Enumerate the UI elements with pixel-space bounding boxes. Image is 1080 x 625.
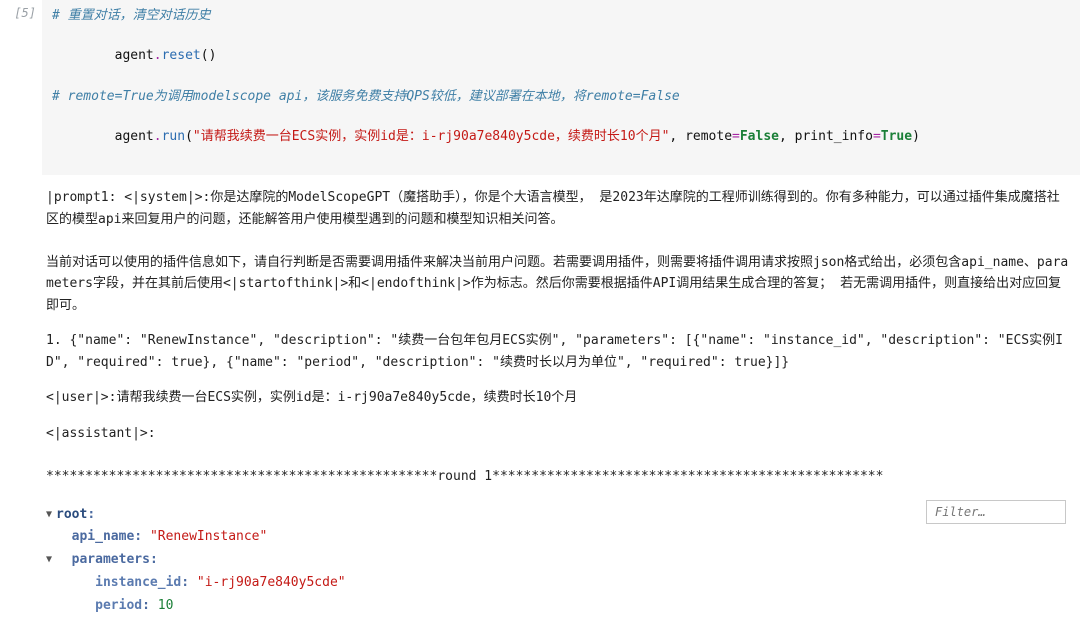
caret-down-icon: ▼ (46, 551, 56, 569)
output-text: <|assistant|>: (46, 423, 1070, 444)
code-kwarg: remote (685, 129, 732, 144)
json-node-root[interactable]: ▼root: (46, 504, 1070, 527)
json-string-value: "i-rj90a7e840y5cde" (197, 575, 346, 590)
output-text: <|user|>:请帮我续费一台ECS实例，实例id是：i-rj90a7e840… (46, 387, 1070, 408)
code-dot: . (154, 129, 162, 144)
caret-down-icon: ▼ (46, 506, 56, 524)
code-function: run (162, 129, 185, 144)
code-cell: [5] # 重置对话，清空对话历史 agent.reset() # remote… (0, 0, 1080, 175)
output-text: |prompt1: <|system|>:你是达摩院的ModelScopeGPT… (46, 187, 1070, 230)
json-tree-output: ▼root: api_name: "RenewInstance" ▼ param… (0, 500, 1080, 625)
round-separator: ****************************************… (46, 466, 1070, 487)
code-function: reset (162, 48, 201, 63)
code-eq: = (873, 129, 881, 144)
code-sep: , (669, 129, 685, 144)
code-kwarg: print_info (795, 129, 873, 144)
json-node[interactable]: ▼ parameters: (46, 549, 1070, 572)
code-eq: = (732, 129, 740, 144)
json-key: instance_id (95, 575, 181, 590)
json-key: period (95, 598, 142, 613)
code-comment: # remote=True为调用modelscope api，该服务免费支持QP… (52, 89, 680, 104)
code-paren: ) (912, 129, 920, 144)
code-constant: True (881, 129, 912, 144)
code-comment: # 重置对话，清空对话历史 (52, 8, 211, 23)
code-identifier: agent (115, 48, 154, 63)
json-key: api_name (72, 529, 135, 544)
code-paren: ) (209, 48, 217, 63)
code-paren: ( (185, 129, 193, 144)
notebook: [5] # 重置对话，清空对话历史 agent.reset() # remote… (0, 0, 1080, 625)
code-identifier: agent (115, 129, 154, 144)
code-dot: . (154, 48, 162, 63)
code-paren: ( (201, 48, 209, 63)
json-node[interactable]: period: 10 (46, 595, 1070, 618)
filter-input[interactable] (933, 504, 1080, 520)
output-text: 1. {"name": "RenewInstance", "descriptio… (46, 330, 1070, 373)
json-number-value: 10 (158, 598, 174, 613)
filter-box[interactable] (926, 500, 1066, 524)
cell-prompt: [5] (0, 0, 42, 20)
code-constant: False (740, 129, 779, 144)
code-input[interactable]: # 重置对话，清空对话历史 agent.reset() # remote=Tru… (42, 0, 1080, 175)
code-string: "请帮我续费一台ECS实例，实例id是：i-rj90a7e840y5cde，续费… (193, 129, 670, 144)
code-sep: , (779, 129, 795, 144)
output-text: 当前对话可以使用的插件信息如下，请自行判断是否需要调用插件来解决当前用户问题。若… (46, 252, 1070, 316)
json-string-value: "RenewInstance" (150, 529, 267, 544)
json-key: parameters (72, 552, 150, 567)
cell-output: |prompt1: <|system|>:你是达摩院的ModelScopeGPT… (0, 175, 1080, 499)
json-key: root (56, 507, 87, 522)
json-node[interactable]: instance_id: "i-rj90a7e840y5cde" (46, 572, 1070, 595)
json-node[interactable]: api_name: "RenewInstance" (46, 526, 1070, 549)
